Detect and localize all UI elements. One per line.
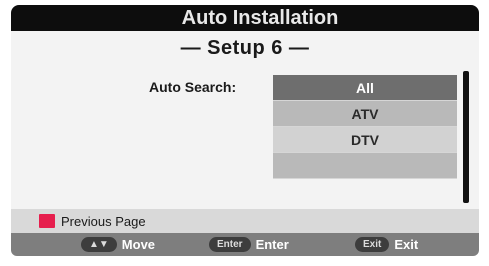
- footer-enter[interactable]: Enter Enter: [209, 237, 289, 252]
- move-label: Move: [121, 237, 156, 252]
- option-all[interactable]: All: [273, 75, 457, 101]
- scrollbar[interactable]: [463, 71, 469, 203]
- page-subtitle: — Setup 6 —: [180, 37, 310, 59]
- setup-panel: — Setup 6 — Auto Search: All ATV DTV Pre…: [11, 31, 479, 256]
- option-dtv[interactable]: DTV: [273, 127, 457, 153]
- exit-key-icon: Exit: [355, 237, 390, 252]
- window-title: Auto Installation: [11, 5, 479, 31]
- option-empty[interactable]: [273, 153, 457, 179]
- auto-search-label: Auto Search:: [149, 79, 237, 95]
- enter-label: Enter: [255, 237, 289, 252]
- option-atv[interactable]: ATV: [273, 101, 457, 127]
- auto-search-options: All ATV DTV: [273, 75, 457, 179]
- previous-page-row[interactable]: Previous Page: [11, 209, 479, 233]
- enter-key-icon: Enter: [209, 237, 251, 252]
- footer-bar: ▲▼ Move Enter Enter Exit Exit: [11, 233, 479, 256]
- red-key-icon: [39, 214, 55, 228]
- footer-exit[interactable]: Exit Exit: [355, 237, 418, 252]
- exit-label: Exit: [394, 237, 419, 252]
- title-text: Auto Installation: [181, 6, 339, 29]
- previous-page-label: Previous Page: [61, 213, 146, 229]
- footer-move[interactable]: ▲▼ Move: [81, 237, 155, 252]
- arrows-key-icon: ▲▼: [81, 237, 117, 252]
